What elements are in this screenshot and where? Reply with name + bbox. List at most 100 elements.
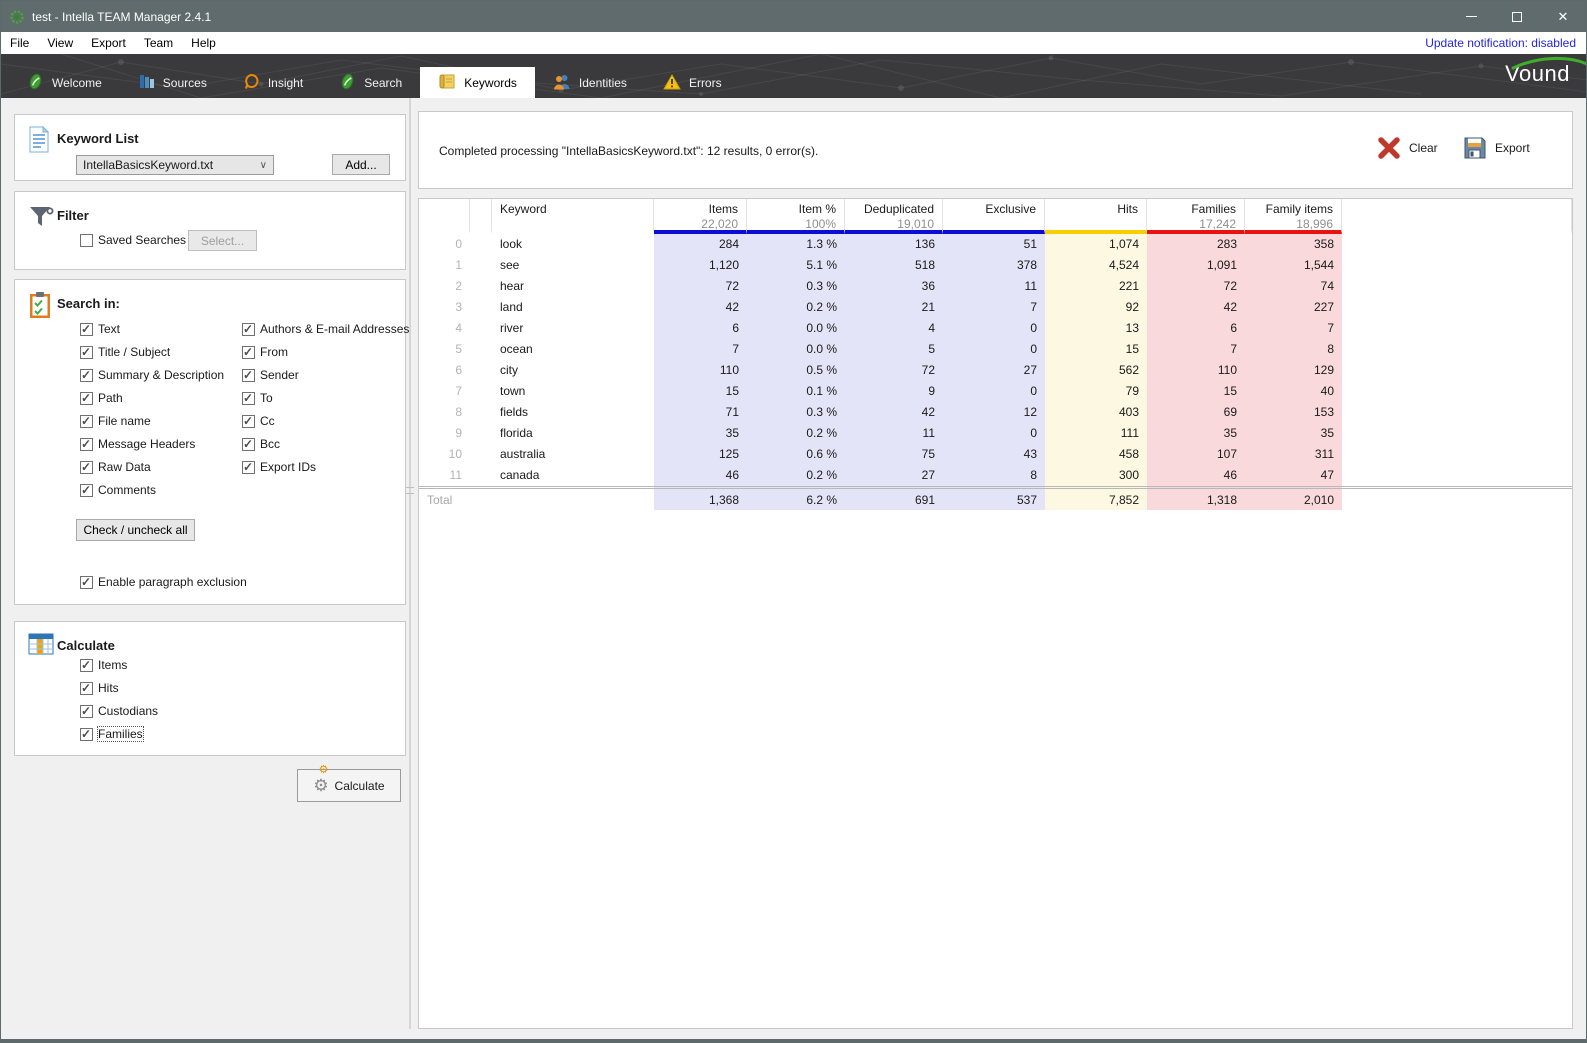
value-cell[interactable]: 129 [1245,360,1342,381]
checkbox[interactable] [80,323,93,336]
value-cell[interactable]: 40 [1245,381,1342,402]
tab-insight[interactable]: Insight [225,68,321,98]
checkbox[interactable] [80,415,93,428]
calc-option-families[interactable]: Families [80,727,143,741]
value-cell[interactable]: 8 [1245,339,1342,360]
searchin-bcc[interactable]: Bcc [242,437,280,451]
value-cell[interactable]: 1.3 % [747,234,845,255]
searchin-text[interactable]: Text [80,322,120,336]
keyword-cell[interactable]: town [492,381,654,402]
checkbox[interactable] [80,346,93,359]
value-cell[interactable]: 79 [1045,381,1147,402]
select-button[interactable]: Select... [188,230,257,251]
checkbox[interactable] [242,323,255,336]
value-cell[interactable]: 12 [943,402,1045,423]
checkbox[interactable] [80,461,93,474]
checkbox[interactable] [80,369,93,382]
checkbox[interactable] [80,484,93,497]
value-cell[interactable]: 51 [943,234,1045,255]
value-cell[interactable]: 0.5 % [747,360,845,381]
searchin-sender[interactable]: Sender [242,368,299,382]
value-cell[interactable]: 15 [1147,381,1245,402]
value-cell[interactable]: 1,544 [1245,255,1342,276]
checkbox[interactable] [80,728,93,741]
value-cell[interactable]: 8 [943,465,1045,486]
value-cell[interactable]: 35 [1245,423,1342,444]
column-header-exclusive[interactable]: Exclusive [943,199,1045,234]
value-cell[interactable]: 0.2 % [747,423,845,444]
value-cell[interactable]: 21 [845,297,943,318]
keyword-cell[interactable]: ocean [492,339,654,360]
tab-errors[interactable]: Errors [645,68,740,98]
value-cell[interactable]: 35 [654,423,747,444]
header-rownum-cell[interactable] [419,199,470,234]
tab-search[interactable]: Search [321,68,420,98]
value-cell[interactable]: 0 [943,339,1045,360]
searchin-summary-description[interactable]: Summary & Description [80,368,224,382]
value-cell[interactable]: 74 [1245,276,1342,297]
checkbox[interactable] [242,461,255,474]
value-cell[interactable]: 136 [845,234,943,255]
value-cell[interactable]: 0.0 % [747,339,845,360]
value-cell[interactable]: 43 [943,444,1045,465]
searchin-message-headers[interactable]: Message Headers [80,437,195,451]
checkbox[interactable] [242,392,255,405]
value-cell[interactable]: 0 [943,423,1045,444]
value-cell[interactable]: 6 [654,318,747,339]
minimize-button[interactable] [1448,1,1494,32]
checkbox[interactable] [80,234,93,247]
calc-option-custodians[interactable]: Custodians [80,704,158,718]
searchin-comments[interactable]: Comments [80,483,156,497]
keyword-cell[interactable]: florida [492,423,654,444]
value-cell[interactable]: 13 [1045,318,1147,339]
tab-sources[interactable]: Sources [120,68,225,98]
value-cell[interactable]: 7 [1245,318,1342,339]
value-cell[interactable]: 71 [654,402,747,423]
value-cell[interactable]: 11 [845,423,943,444]
column-header-family-items[interactable]: Family items18,996 [1245,199,1342,234]
value-cell[interactable]: 1,074 [1045,234,1147,255]
value-cell[interactable]: 46 [1147,465,1245,486]
keyword-cell[interactable]: australia [492,444,654,465]
searchin-cc[interactable]: Cc [242,414,275,428]
value-cell[interactable]: 153 [1245,402,1342,423]
column-header-hits[interactable]: Hits [1045,199,1147,234]
searchin-to[interactable]: To [242,391,273,405]
value-cell[interactable]: 69 [1147,402,1245,423]
value-cell[interactable]: 4 [845,318,943,339]
value-cell[interactable]: 358 [1245,234,1342,255]
value-cell[interactable]: 0.0 % [747,318,845,339]
menu-help[interactable]: Help [182,32,225,54]
keyword-cell[interactable]: see [492,255,654,276]
keyword-cell[interactable]: look [492,234,654,255]
menu-export[interactable]: Export [82,32,135,54]
enable-paragraph-exclusion-checkbox[interactable]: Enable paragraph exclusion [80,575,247,589]
value-cell[interactable]: 5.1 % [747,255,845,276]
value-cell[interactable]: 42 [654,297,747,318]
checkbox[interactable] [242,415,255,428]
value-cell[interactable]: 42 [1147,297,1245,318]
add-button[interactable]: Add... [332,154,390,175]
value-cell[interactable]: 47 [1245,465,1342,486]
checkbox[interactable] [80,659,93,672]
value-cell[interactable]: 125 [654,444,747,465]
update-notification-link[interactable]: Update notification: disabled [1425,36,1576,50]
searchin-path[interactable]: Path [80,391,123,405]
tab-keywords[interactable]: Keywords [420,67,535,98]
header-filler-cell[interactable] [1342,199,1572,234]
value-cell[interactable]: 0.1 % [747,381,845,402]
value-cell[interactable]: 1,120 [654,255,747,276]
searchin-authors-e-mail-addresses[interactable]: Authors & E-mail Addresses [242,322,409,336]
value-cell[interactable]: 35 [1147,423,1245,444]
value-cell[interactable]: 518 [845,255,943,276]
searchin-export-ids[interactable]: Export IDs [242,460,316,474]
value-cell[interactable]: 46 [654,465,747,486]
value-cell[interactable]: 9 [845,381,943,402]
checkbox[interactable] [242,438,255,451]
menu-file[interactable]: File [1,32,38,54]
calc-option-hits[interactable]: Hits [80,681,119,695]
value-cell[interactable]: 562 [1045,360,1147,381]
value-cell[interactable]: 15 [654,381,747,402]
value-cell[interactable]: 284 [654,234,747,255]
checkbox[interactable] [80,576,93,589]
